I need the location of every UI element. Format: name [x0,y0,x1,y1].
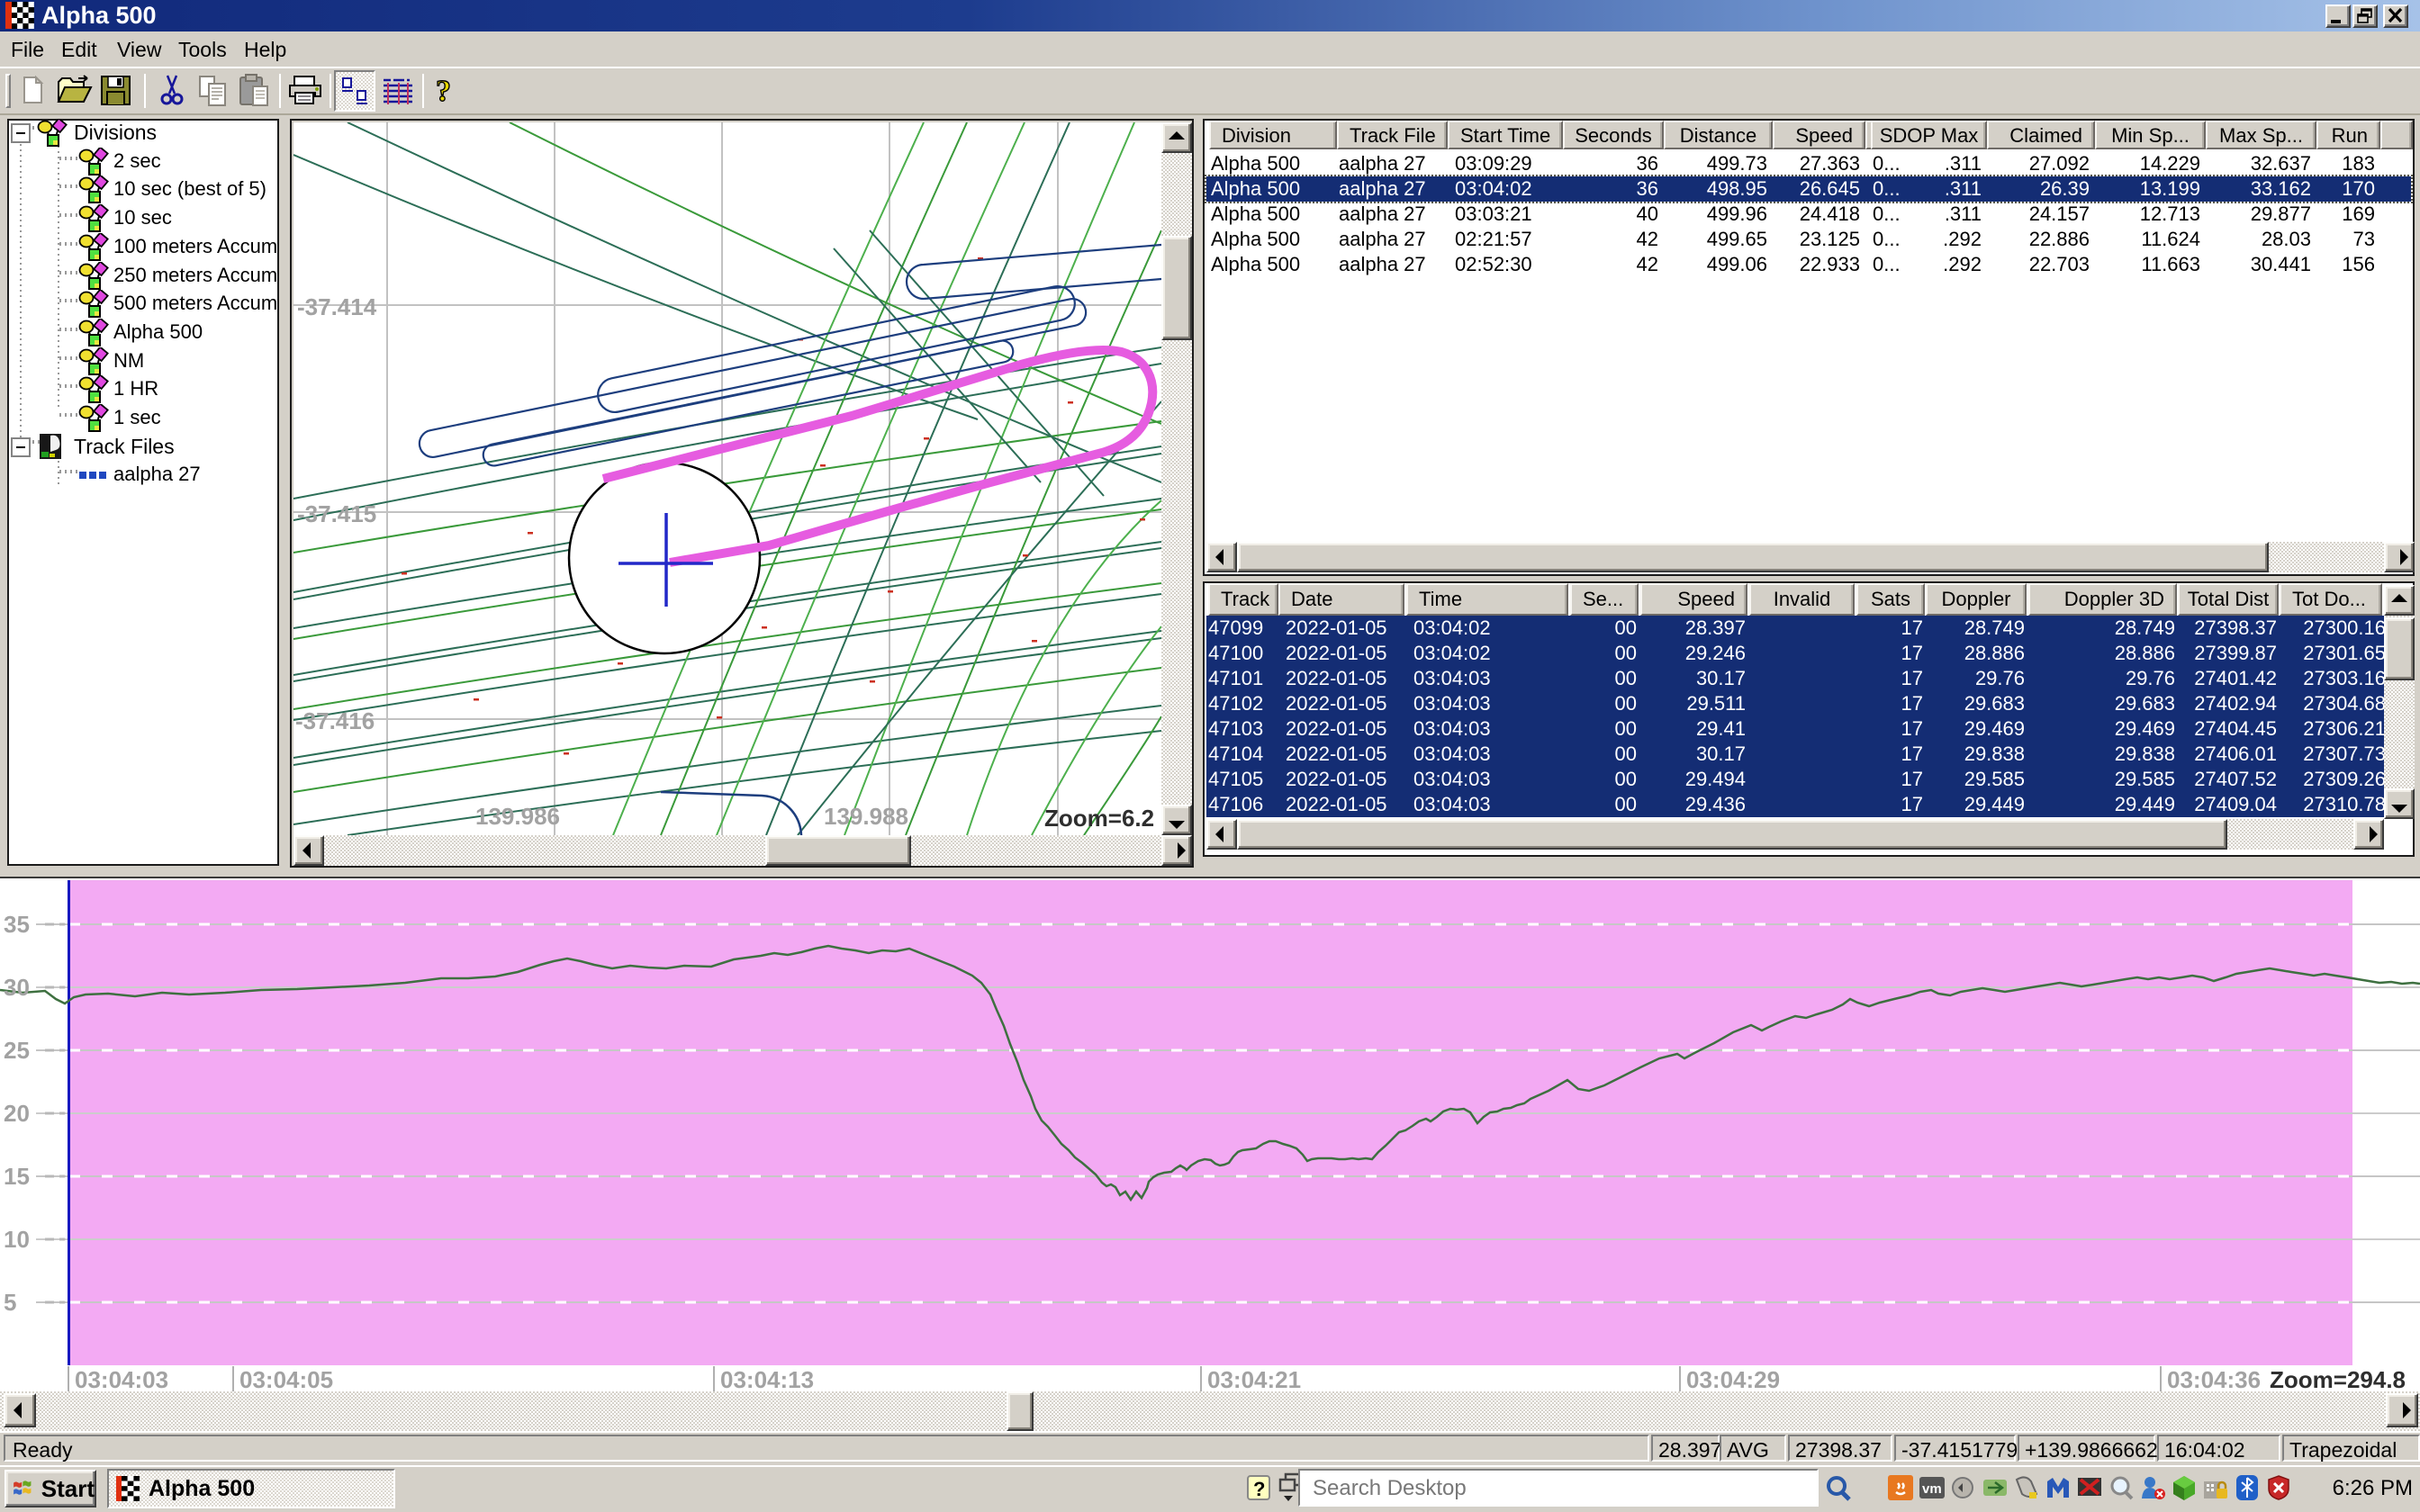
svg-text:vm: vm [1922,1481,1942,1497]
svg-text:?: ? [436,75,451,108]
svg-text:?: ? [1253,1478,1265,1500]
